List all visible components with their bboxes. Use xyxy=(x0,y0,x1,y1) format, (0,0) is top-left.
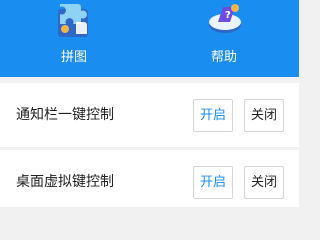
disable-button[interactable]: 关闭 xyxy=(244,99,284,132)
enable-button[interactable]: 开启 xyxy=(193,99,233,132)
enable-button[interactable]: 开启 xyxy=(193,166,233,199)
setting-row-virtual-keys: 桌面虚拟键控制 开启 关闭 xyxy=(0,150,299,207)
help-icon: ? xyxy=(209,4,241,33)
top-toolbar: 拼图 ? 帮助 xyxy=(0,0,299,77)
puzzle-label: 拼图 xyxy=(60,50,87,65)
setting-title: 桌面虚拟键控制 xyxy=(16,174,114,190)
svg-text:?: ? xyxy=(225,10,231,21)
setting-title: 通知栏一键控制 xyxy=(16,107,114,123)
puzzle-icon xyxy=(58,4,88,37)
puzzle-tool[interactable]: 拼图 xyxy=(14,0,134,77)
help-label: 帮助 xyxy=(210,50,237,65)
setting-row-notification: 通知栏一键控制 开启 关闭 xyxy=(0,83,299,147)
disable-button[interactable]: 关闭 xyxy=(244,166,284,199)
help-tool[interactable]: ? 帮助 xyxy=(164,0,284,77)
